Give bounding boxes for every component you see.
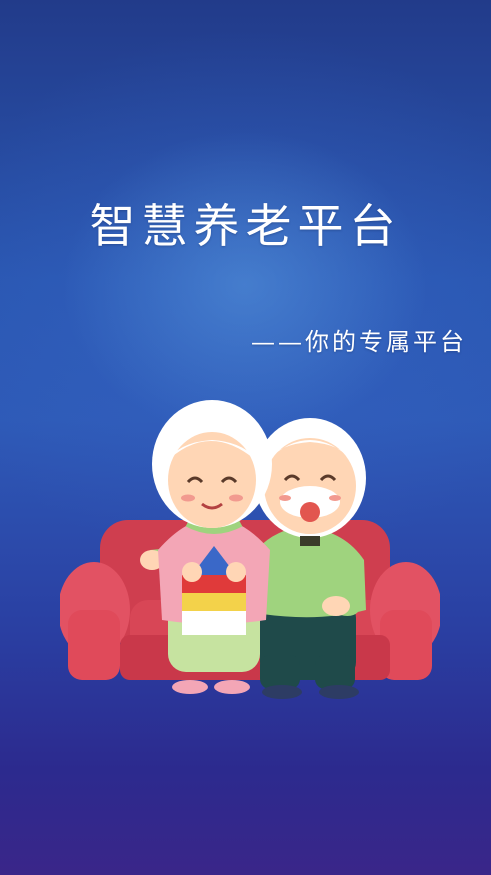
app-title: 智慧养老平台 xyxy=(89,199,402,253)
elderly-couple-illustration xyxy=(60,400,440,699)
splash-screen: 智慧养老平台 ——你的专属平台 xyxy=(0,0,491,875)
grandma-illustration xyxy=(152,400,272,694)
app-subtitle: ——你的专属平台 xyxy=(251,328,467,356)
